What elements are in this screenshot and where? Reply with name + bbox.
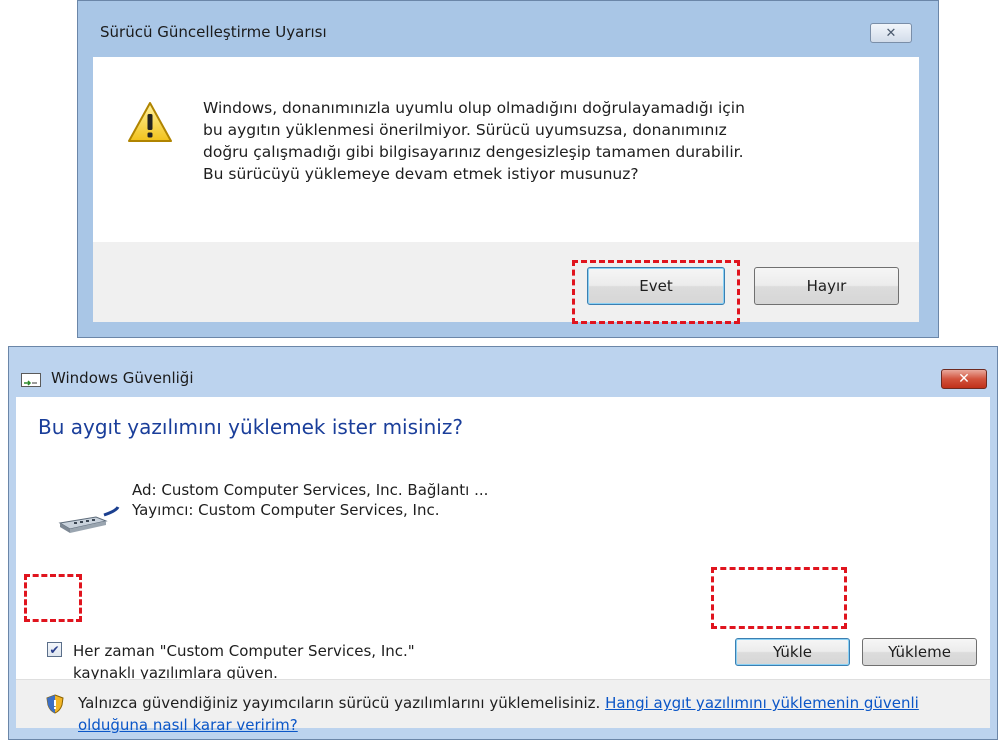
warning-icon [128, 102, 172, 142]
message-line: doğru çalışmadığı gibi bilgisayarınız de… [203, 143, 744, 161]
device-connector-icon [58, 506, 120, 533]
install-question-heading: Bu aygıt yazılımını yüklemek ister misin… [38, 415, 463, 439]
dialog-content: Windows, donanımınızla uyumlu olup olmad… [93, 57, 919, 242]
device-name: Ad: Custom Computer Services, Inc. Bağla… [132, 481, 489, 499]
device-publisher: Yayımcı: Custom Computer Services, Inc. [132, 501, 440, 519]
trust-publisher-checkbox[interactable]: ✔ [47, 642, 62, 657]
windows-security-dialog: Windows Güvenliği ✕ Bu aygıt yazılımını … [8, 346, 998, 740]
close-icon: ✕ [958, 371, 970, 387]
dont-install-button[interactable]: Yükleme [862, 638, 977, 666]
driver-warning-dialog: Sürücü Güncelleştirme Uyarısı ✕ Windows,… [77, 0, 939, 338]
shield-icon [46, 694, 64, 714]
close-button[interactable]: ✕ [941, 369, 987, 389]
message-line: bu aygıtın yüklenmesi önerilmiyor. Sürüc… [203, 121, 727, 139]
close-icon: ✕ [885, 25, 897, 41]
warning-message: Windows, donanımınızla uyumlu olup olmad… [203, 97, 903, 185]
message-line: Bu sürücüyü yüklemeye devam etmek istiyo… [203, 165, 639, 183]
no-button[interactable]: Hayır [754, 267, 899, 305]
trust-label-line1: Her zaman "Custom Computer Services, Inc… [73, 642, 415, 660]
window-icon [21, 373, 41, 387]
checkmark-icon: ✔ [49, 642, 60, 657]
security-footer: Yalnızca güvendiğiniz yayımcıların sürüc… [16, 679, 990, 734]
dialog-title: Sürücü Güncelleştirme Uyarısı [100, 23, 327, 41]
yes-button[interactable]: Evet [587, 267, 725, 305]
message-line: Windows, donanımınızla uyumlu olup olmad… [203, 99, 745, 117]
footer-warning-text: Yalnızca güvendiğiniz yayımcıların sürüc… [78, 694, 601, 712]
dialog-title: Windows Güvenliği [51, 369, 194, 387]
dialog-button-bar: Evet Hayır [93, 242, 919, 322]
dialog-content: Bu aygıt yazılımını yüklemek ister misin… [16, 397, 990, 734]
footer-message: Yalnızca güvendiğiniz yayımcıların sürüc… [78, 692, 978, 736]
install-button[interactable]: Yükle [735, 638, 850, 666]
close-button[interactable]: ✕ [870, 23, 912, 43]
